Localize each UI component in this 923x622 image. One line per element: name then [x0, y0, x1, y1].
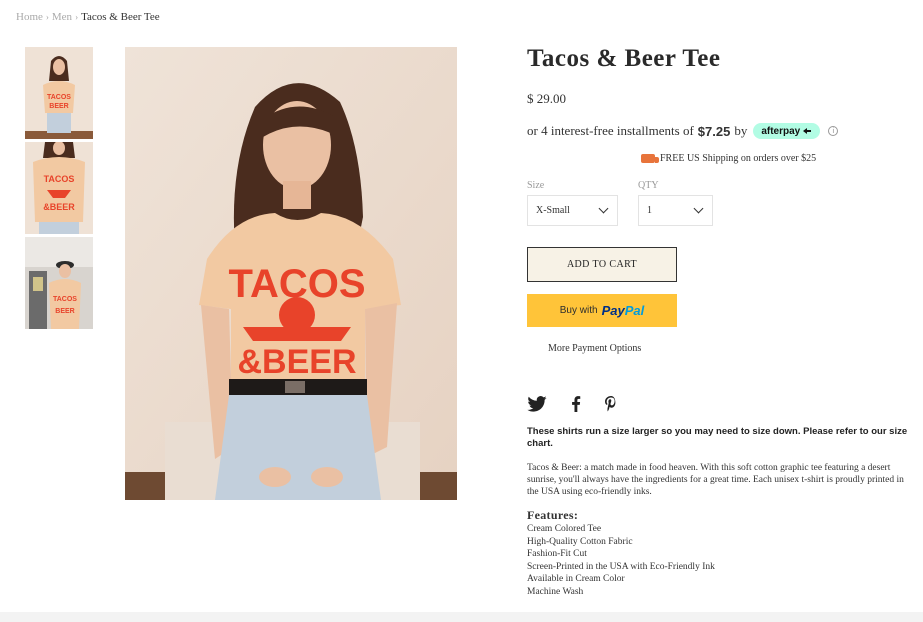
page-bottom-edge	[0, 612, 923, 622]
installments-by: by	[734, 123, 748, 138]
afterpay-installments: or 4 interest-free installments of $7.25…	[527, 123, 917, 139]
afterpay-logo: afterpay	[753, 123, 821, 139]
afterpay-label: afterpay	[761, 125, 801, 137]
feature-item: Machine Wash	[527, 586, 584, 597]
size-label: Size	[527, 180, 545, 191]
variant-selectors: Size X-Small QTY 1	[527, 180, 917, 226]
feature-item: Cream Colored Tee	[527, 524, 602, 534]
feature-item: Fashion-Fit Cut	[527, 549, 587, 559]
breadcrumb-separator: ›	[75, 12, 79, 22]
product-thumbnail-1[interactable]: TACOS BEER	[25, 47, 93, 139]
svg-text:BEER: BEER	[49, 103, 68, 110]
qty-label: QTY	[638, 180, 659, 191]
product-main-image[interactable]: TACOS &BEER	[125, 47, 457, 500]
feature-item: Screen-Printed in the USA with Eco-Frien…	[527, 561, 715, 572]
features-list: Cream Colored Tee High-Quality Cotton Fa…	[527, 523, 917, 598]
chevron-down-icon	[598, 203, 609, 214]
shipping-text: FREE US Shipping on orders over $25	[660, 153, 817, 164]
installment-amount: $7.25	[697, 123, 731, 139]
twitter-icon[interactable]	[527, 396, 547, 412]
product-price: $ 29.00	[527, 91, 566, 106]
breadcrumb-separator: ›	[45, 12, 49, 22]
paypal-prefix: Buy with	[559, 305, 598, 316]
size-select[interactable]: X-Small	[527, 195, 618, 226]
social-share	[527, 396, 917, 412]
breadcrumb-home[interactable]: Home	[16, 11, 43, 23]
product-description: Tacos & Beer: a match made in food heave…	[527, 463, 904, 497]
qty-select[interactable]: 1	[638, 195, 713, 226]
info-icon[interactable]: i	[828, 126, 839, 136]
svg-text:&BEER: &BEER	[43, 202, 75, 212]
afterpay-arrows-icon	[803, 128, 812, 134]
svg-text:&BEER: &BEER	[237, 343, 356, 381]
thumbnail-gallery: TACOS BEER TACOS &BEER TACOS BEER	[25, 47, 93, 332]
product-title: Tacos & Beer Tee	[527, 45, 721, 72]
breadcrumb-current: Tacos & Beer Tee	[81, 11, 160, 23]
chevron-down-icon	[693, 203, 704, 214]
facebook-icon[interactable]	[571, 396, 581, 412]
product-thumbnail-2[interactable]: TACOS &BEER	[25, 142, 93, 234]
breadcrumb: Home › Men › Tacos & Beer Tee	[16, 11, 160, 23]
size-note: These shirts run a size larger so you ma…	[527, 426, 908, 449]
shipping-notice: FREE US Shipping on orders over $25	[641, 153, 917, 164]
features-heading: Features:	[527, 508, 579, 522]
size-value: X-Small	[536, 205, 570, 216]
product-info: Tacos & Beer Tee $ 29.00 or 4 interest-f…	[527, 45, 917, 598]
paypal-button[interactable]: Buy with Pay Pal	[527, 294, 677, 327]
product-thumbnail-3[interactable]: TACOS BEER	[25, 237, 93, 329]
feature-item: Available in Cream Color	[527, 574, 625, 584]
installments-text: or 4 interest-free installments of	[527, 123, 694, 138]
more-payment-options-link[interactable]: More Payment Options	[548, 343, 917, 354]
svg-text:BEER: BEER	[55, 308, 74, 315]
add-to-cart-button[interactable]: ADD TO CART	[527, 247, 677, 282]
qty-group: QTY 1	[638, 180, 713, 226]
paypal-logo-pal: Pal	[624, 303, 645, 318]
qty-value: 1	[647, 205, 652, 216]
breadcrumb-men[interactable]: Men	[52, 11, 72, 23]
svg-text:TACOS: TACOS	[44, 174, 75, 184]
svg-text:TACOS: TACOS	[47, 94, 71, 101]
feature-item: High-Quality Cotton Fabric	[527, 536, 633, 547]
paypal-logo-pay: Pay	[601, 303, 625, 318]
pinterest-icon[interactable]	[605, 396, 617, 412]
svg-text:TACOS: TACOS	[53, 296, 77, 303]
truck-icon	[641, 154, 659, 163]
size-group: Size X-Small	[527, 180, 618, 226]
